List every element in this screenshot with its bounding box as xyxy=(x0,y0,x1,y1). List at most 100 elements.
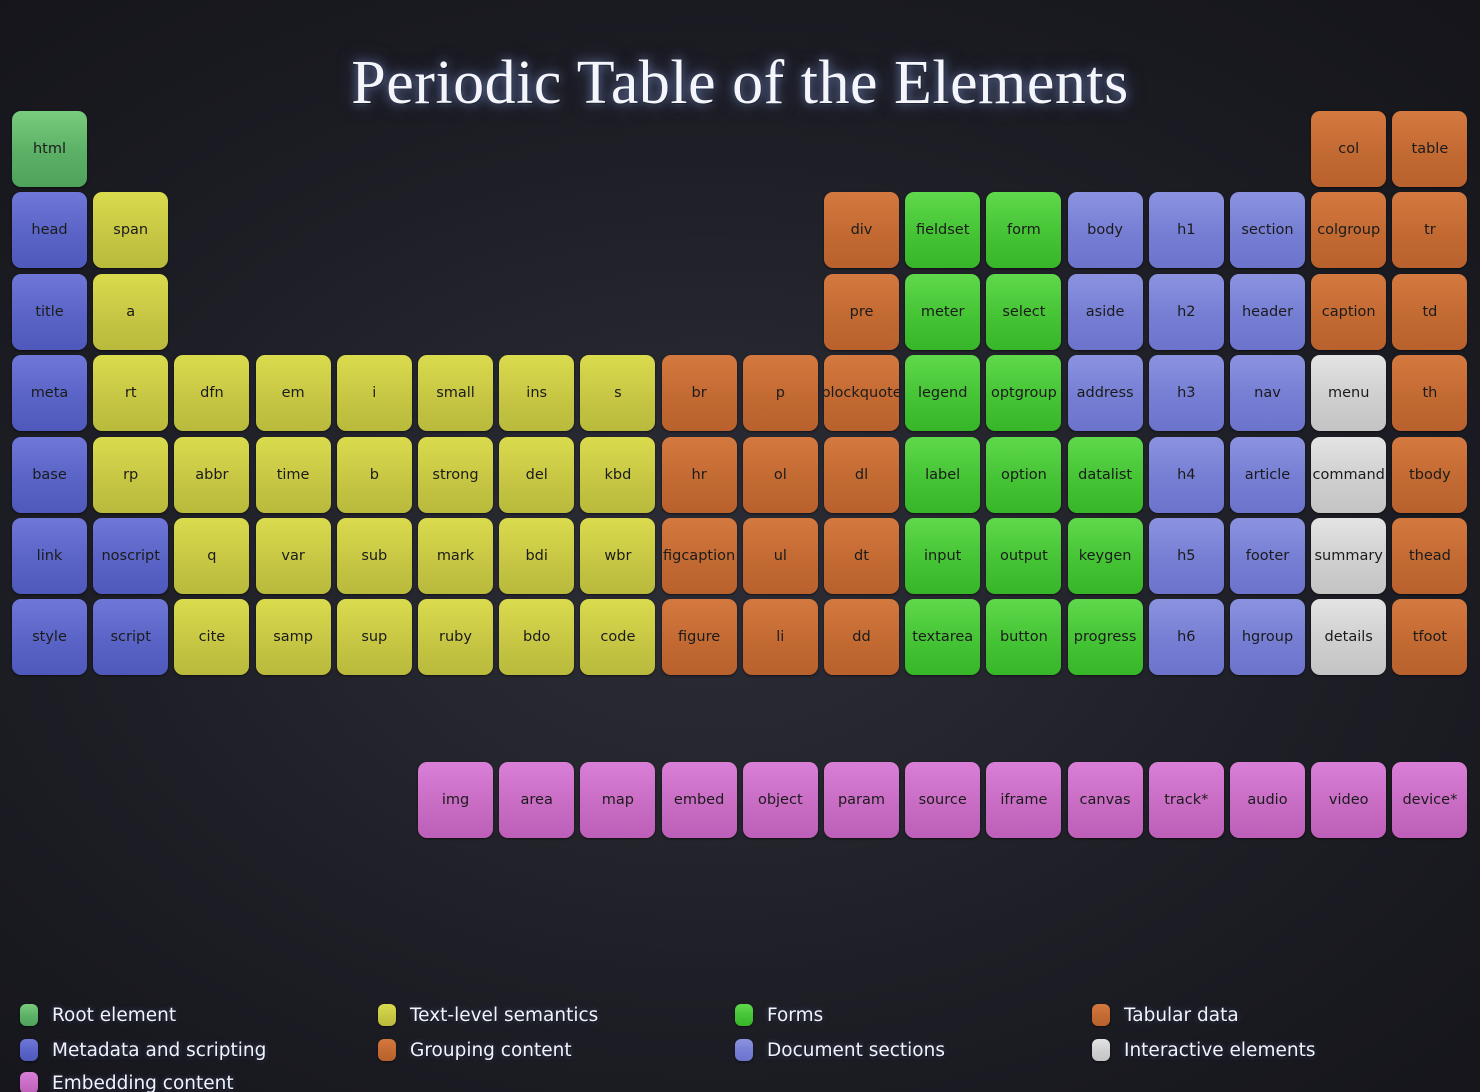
element-cell-figure[interactable]: figure xyxy=(661,599,737,676)
element-cell-style[interactable]: style xyxy=(12,599,87,676)
element-cell-ins[interactable]: ins xyxy=(499,355,575,432)
element-cell-area[interactable]: area xyxy=(499,762,575,839)
element-cell-sub[interactable]: sub xyxy=(336,518,412,594)
element-cell-pre[interactable]: pre xyxy=(824,273,899,350)
element-cell-h5[interactable]: h5 xyxy=(1148,518,1224,594)
element-cell-source[interactable]: source xyxy=(905,762,981,839)
element-cell-small[interactable]: small xyxy=(418,355,493,432)
element-cell-meta[interactable]: meta xyxy=(12,355,87,432)
element-cell-title[interactable]: title xyxy=(12,273,87,350)
element-cell-del[interactable]: del xyxy=(499,436,575,513)
element-cell-div[interactable]: div xyxy=(824,192,899,269)
element-cell-fieldset[interactable]: fieldset xyxy=(905,192,981,269)
element-cell-h4[interactable]: h4 xyxy=(1148,436,1224,513)
element-cell-table[interactable]: table xyxy=(1392,111,1468,187)
element-cell-h1[interactable]: h1 xyxy=(1148,192,1224,269)
element-cell-link[interactable]: link xyxy=(12,518,87,594)
element-cell-form[interactable]: form xyxy=(986,192,1062,269)
element-cell-html[interactable]: html xyxy=(12,111,87,187)
element-cell-optgroup[interactable]: optgroup xyxy=(986,355,1062,432)
element-cell-dt[interactable]: dt xyxy=(824,518,899,594)
element-cell-body[interactable]: body xyxy=(1067,192,1143,269)
element-cell-head[interactable]: head xyxy=(12,192,87,269)
element-cell-track[interactable]: track* xyxy=(1148,762,1224,839)
element-cell-em[interactable]: em xyxy=(255,355,331,432)
element-cell-tr[interactable]: tr xyxy=(1392,192,1468,269)
element-cell-dd[interactable]: dd xyxy=(824,599,899,676)
element-cell-dl[interactable]: dl xyxy=(824,436,899,513)
element-cell-th[interactable]: th xyxy=(1392,355,1468,432)
element-cell-sup[interactable]: sup xyxy=(336,599,412,676)
element-cell-h3[interactable]: h3 xyxy=(1148,355,1224,432)
element-cell-tbody[interactable]: tbody xyxy=(1392,436,1468,513)
element-cell-aside[interactable]: aside xyxy=(1067,273,1143,350)
element-cell-strong[interactable]: strong xyxy=(418,436,493,513)
element-cell-script[interactable]: script xyxy=(93,599,169,676)
element-cell-output[interactable]: output xyxy=(986,518,1062,594)
element-cell-keygen[interactable]: keygen xyxy=(1067,518,1143,594)
element-cell-bdi[interactable]: bdi xyxy=(499,518,575,594)
element-cell-option[interactable]: option xyxy=(986,436,1062,513)
element-cell-abbr[interactable]: abbr xyxy=(174,436,250,513)
element-cell-object[interactable]: object xyxy=(742,762,818,839)
element-cell-progress[interactable]: progress xyxy=(1067,599,1143,676)
element-cell-device[interactable]: device* xyxy=(1392,762,1468,839)
element-cell-address[interactable]: address xyxy=(1067,355,1143,432)
element-cell-section[interactable]: section xyxy=(1230,192,1305,269)
element-cell-command[interactable]: command xyxy=(1311,436,1387,513)
element-cell-blockquote[interactable]: blockquote xyxy=(824,355,899,432)
element-cell-li[interactable]: li xyxy=(742,599,818,676)
element-cell-s[interactable]: s xyxy=(580,355,656,432)
element-cell-cite[interactable]: cite xyxy=(174,599,250,676)
element-cell-i[interactable]: i xyxy=(336,355,412,432)
element-cell-menu[interactable]: menu xyxy=(1311,355,1387,432)
element-cell-datalist[interactable]: datalist xyxy=(1067,436,1143,513)
element-cell-label[interactable]: label xyxy=(905,436,981,513)
element-cell-embed[interactable]: embed xyxy=(661,762,737,839)
element-cell-samp[interactable]: samp xyxy=(255,599,331,676)
element-cell-nav[interactable]: nav xyxy=(1230,355,1305,432)
element-cell-br[interactable]: br xyxy=(661,355,737,432)
element-cell-hgroup[interactable]: hgroup xyxy=(1230,599,1305,676)
element-cell-footer[interactable]: footer xyxy=(1230,518,1305,594)
element-cell-textarea[interactable]: textarea xyxy=(905,599,981,676)
element-cell-ul[interactable]: ul xyxy=(742,518,818,594)
element-cell-noscript[interactable]: noscript xyxy=(93,518,169,594)
element-cell-figcaption[interactable]: figcaption xyxy=(661,518,737,594)
element-cell-rp[interactable]: rp xyxy=(93,436,169,513)
element-cell-time[interactable]: time xyxy=(255,436,331,513)
element-cell-base[interactable]: base xyxy=(12,436,87,513)
element-cell-p[interactable]: p xyxy=(742,355,818,432)
element-cell-td[interactable]: td xyxy=(1392,273,1468,350)
element-cell-ol[interactable]: ol xyxy=(742,436,818,513)
element-cell-audio[interactable]: audio xyxy=(1230,762,1305,839)
element-cell-thead[interactable]: thead xyxy=(1392,518,1468,594)
element-cell-input[interactable]: input xyxy=(905,518,981,594)
element-cell-details[interactable]: details xyxy=(1311,599,1387,676)
element-cell-kbd[interactable]: kbd xyxy=(580,436,656,513)
element-cell-button[interactable]: button xyxy=(986,599,1062,676)
element-cell-canvas[interactable]: canvas xyxy=(1067,762,1143,839)
element-cell-summary[interactable]: summary xyxy=(1311,518,1387,594)
element-cell-rt[interactable]: rt xyxy=(93,355,169,432)
element-cell-code[interactable]: code xyxy=(580,599,656,676)
element-cell-map[interactable]: map xyxy=(580,762,656,839)
element-cell-q[interactable]: q xyxy=(174,518,250,594)
element-cell-h2[interactable]: h2 xyxy=(1148,273,1224,350)
element-cell-iframe[interactable]: iframe xyxy=(986,762,1062,839)
element-cell-param[interactable]: param xyxy=(824,762,899,839)
element-cell-colgroup[interactable]: colgroup xyxy=(1311,192,1387,269)
element-cell-h6[interactable]: h6 xyxy=(1148,599,1224,676)
element-cell-header[interactable]: header xyxy=(1230,273,1305,350)
element-cell-ruby[interactable]: ruby xyxy=(418,599,493,676)
element-cell-dfn[interactable]: dfn xyxy=(174,355,250,432)
element-cell-hr[interactable]: hr xyxy=(661,436,737,513)
element-cell-a[interactable]: a xyxy=(93,273,169,350)
element-cell-span[interactable]: span xyxy=(93,192,169,269)
element-cell-img[interactable]: img xyxy=(418,762,493,839)
element-cell-tfoot[interactable]: tfoot xyxy=(1392,599,1468,676)
element-cell-legend[interactable]: legend xyxy=(905,355,981,432)
element-cell-select[interactable]: select xyxy=(986,273,1062,350)
element-cell-var[interactable]: var xyxy=(255,518,331,594)
element-cell-bdo[interactable]: bdo xyxy=(499,599,575,676)
